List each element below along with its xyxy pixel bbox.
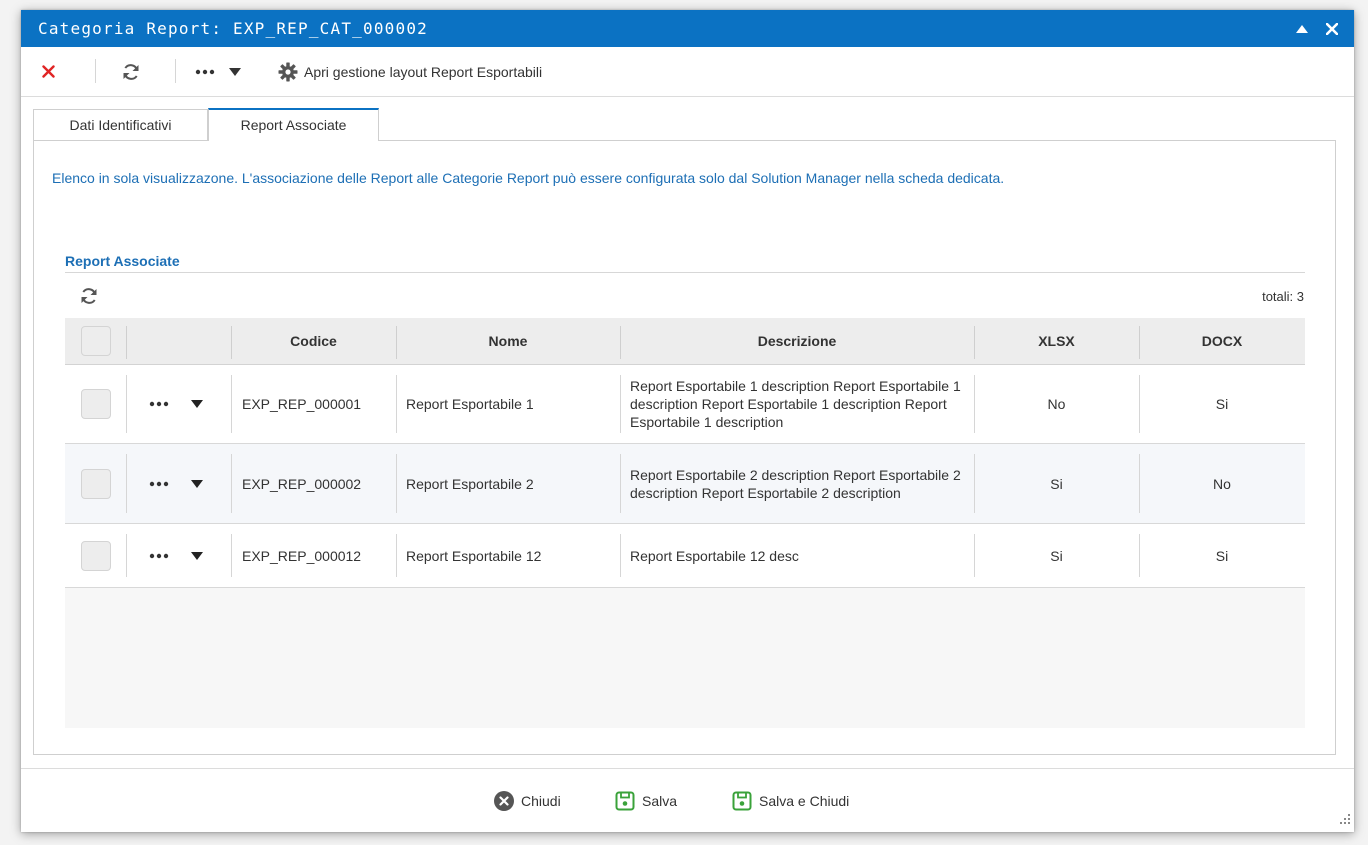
layout-management-label: Apri gestione layout Report Esportabili xyxy=(304,63,543,80)
dialog-window: Categoria Report: EXP_REP_CAT_000002 Apr… xyxy=(21,10,1354,832)
refresh-icon xyxy=(123,63,139,80)
salva-e-chiudi-label: Salva e Chiudi xyxy=(759,793,850,809)
gear-icon xyxy=(278,62,298,81)
chevron-down-icon xyxy=(191,400,203,408)
more-actions-button[interactable] xyxy=(195,47,241,96)
section-title: Report Associate xyxy=(65,253,180,269)
select-all-checkbox[interactable] xyxy=(80,326,111,356)
cell-docx: No xyxy=(1213,475,1231,492)
grid-refresh-button[interactable] xyxy=(79,286,99,311)
section-divider xyxy=(65,272,1305,273)
cell-descrizione: Report Esportabile 1 description Report … xyxy=(630,378,961,430)
toolbar-divider xyxy=(175,59,176,83)
collapse-icon[interactable] xyxy=(1291,10,1313,47)
cell-xlsx: Si xyxy=(1050,475,1063,492)
refresh-button[interactable] xyxy=(121,47,141,96)
row-checkbox[interactable] xyxy=(80,389,111,419)
layout-management-button[interactable]: Apri gestione layout Report Esportabili xyxy=(278,47,542,96)
toolbar: Apri gestione layout Report Esportabili xyxy=(21,47,1354,97)
row-actions-menu[interactable] xyxy=(149,365,219,443)
close-button[interactable] xyxy=(42,47,55,96)
dialog-footer: Chiudi Salva Salva e Chiudi xyxy=(21,768,1354,832)
cell-nome: Report Esportabile 1 xyxy=(406,396,534,412)
more-icon xyxy=(195,69,215,74)
salva-button[interactable]: Salva xyxy=(615,769,677,832)
totals-count: totali: 3 xyxy=(1262,289,1304,304)
window-title: Categoria Report: EXP_REP_CAT_000002 xyxy=(38,19,428,38)
chiudi-button[interactable]: Chiudi xyxy=(494,769,561,832)
table-row[interactable]: EXP_REP_000012 Report Esportabile 12 Rep… xyxy=(65,524,1305,588)
cell-xlsx: Si xyxy=(1050,547,1063,564)
column-header-descrizione[interactable]: Descrizione xyxy=(620,318,974,365)
tab-report-associate[interactable]: Report Associate xyxy=(208,108,379,141)
cell-xlsx: No xyxy=(1047,396,1066,412)
column-header-nome[interactable]: Nome xyxy=(396,318,620,365)
more-icon xyxy=(149,481,169,486)
more-icon xyxy=(149,553,169,558)
resize-grip-icon[interactable] xyxy=(1340,811,1350,829)
table-row[interactable]: EXP_REP_000001 Report Esportabile 1 Repo… xyxy=(65,365,1305,444)
cell-nome: Report Esportabile 2 xyxy=(406,475,534,492)
cell-descrizione: Report Esportabile 2 description Report … xyxy=(630,466,961,501)
toolbar-divider xyxy=(95,59,96,83)
cell-codice: EXP_REP_000001 xyxy=(242,396,362,412)
row-checkbox[interactable] xyxy=(80,540,111,571)
close-circle-icon xyxy=(494,791,514,811)
cell-nome: Report Esportabile 12 xyxy=(406,547,542,564)
table-row[interactable]: EXP_REP_000002 Report Esportabile 2 Repo… xyxy=(65,444,1305,524)
row-actions-menu[interactable] xyxy=(149,444,219,523)
salva-e-chiudi-button[interactable]: Salva e Chiudi xyxy=(732,769,849,832)
chevron-down-icon xyxy=(191,479,203,488)
more-icon xyxy=(149,401,169,407)
salva-label: Salva xyxy=(642,793,678,809)
refresh-icon xyxy=(81,288,97,304)
report-table: Codice Nome Descrizione XLSX DOCX EXP_RE… xyxy=(65,318,1305,728)
select-all-cell xyxy=(65,318,126,364)
cell-codice: EXP_REP_000012 xyxy=(242,547,362,564)
save-icon xyxy=(615,791,635,811)
chevron-down-icon xyxy=(229,67,241,76)
column-header-docx[interactable]: DOCX xyxy=(1139,318,1305,365)
cell-descrizione: Report Esportabile 12 desc xyxy=(630,547,799,564)
info-message: Elenco in sola visualizzazone. L'associa… xyxy=(52,170,1005,186)
tab-dati-identificativi[interactable]: Dati Identificativi xyxy=(33,109,208,140)
title-bar[interactable]: Categoria Report: EXP_REP_CAT_000002 xyxy=(21,10,1354,47)
chiudi-label: Chiudi xyxy=(521,793,561,809)
cell-codice: EXP_REP_000002 xyxy=(242,475,362,492)
cell-docx: Si xyxy=(1215,547,1229,564)
row-actions-menu[interactable] xyxy=(149,524,219,587)
cell-docx: Si xyxy=(1215,396,1229,412)
close-icon[interactable] xyxy=(1321,10,1343,47)
column-header-codice[interactable]: Codice xyxy=(231,318,396,365)
column-header-xlsx[interactable]: XLSX xyxy=(974,318,1139,365)
row-checkbox[interactable] xyxy=(80,468,111,499)
save-icon xyxy=(732,791,752,811)
chevron-down-icon xyxy=(191,551,203,560)
close-icon xyxy=(42,65,55,78)
tab-label: Report Associate xyxy=(240,117,347,133)
tab-label: Dati Identificativi xyxy=(69,117,172,133)
table-header: Codice Nome Descrizione XLSX DOCX xyxy=(65,318,1305,365)
